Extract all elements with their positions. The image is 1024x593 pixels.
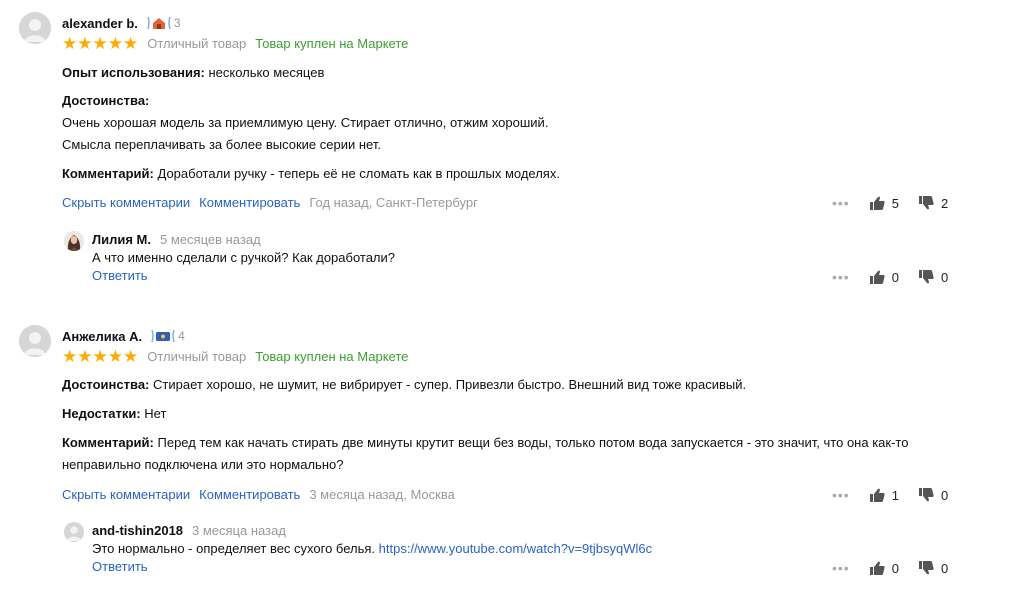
review-date-location: 3 месяца назад, Москва (309, 487, 455, 502)
reply-avatar[interactable] (64, 522, 84, 542)
review-date-location: Год назад, Санкт-Петербург (309, 195, 478, 210)
comment-label: Комментарий: (62, 435, 154, 450)
reply-time: 3 месяца назад (192, 523, 286, 538)
like-button[interactable]: 1 (869, 487, 899, 503)
hide-comments-link[interactable]: Скрыть комментарии (62, 487, 190, 502)
cons-row: Недостатки: Нет (62, 403, 166, 425)
rating-grade: Отличный товар (147, 36, 247, 51)
usage-value: несколько месяцев (208, 65, 325, 80)
comment-row: Комментарий: Доработали ручку - теперь е… (62, 163, 560, 185)
more-options-icon[interactable]: ••• (832, 195, 850, 211)
dislike-count: 2 (940, 195, 949, 211)
usage-label: Опыт использования: (62, 65, 205, 80)
reply-answer-link[interactable]: Ответить (92, 559, 148, 574)
dislike-button[interactable]: 2 (918, 195, 949, 211)
pros-label: Достоинства: (62, 93, 150, 108)
expert-badge: 4 (150, 328, 185, 344)
cons-value: Нет (144, 406, 167, 421)
reply-answer-link[interactable]: Ответить (92, 268, 148, 283)
pros-text-line: Очень хорошая модель за приемлимую цену.… (62, 115, 549, 130)
add-comment-link[interactable]: Комментировать (199, 487, 300, 502)
user-avatar-icon (19, 325, 51, 357)
thumbs-down-icon (918, 561, 934, 575)
reply-text: А что именно сделали с ручкой? Как дораб… (92, 250, 396, 265)
reply-author[interactable]: Лилия М. (92, 232, 151, 247)
more-options-icon[interactable]: ••• (832, 560, 850, 576)
hide-comments-link[interactable]: Скрыть комментарии (62, 195, 190, 210)
thumbs-up-icon (869, 561, 885, 575)
thumbs-up-icon (869, 270, 885, 284)
avatar[interactable] (19, 12, 51, 44)
thumbs-down-icon (918, 196, 934, 210)
dislike-button[interactable]: 0 (918, 560, 949, 576)
rating-stars: ★★★★★ (62, 34, 139, 53)
more-options-icon[interactable]: ••• (832, 487, 850, 503)
wallet-badge-icon (151, 329, 175, 343)
comment-label: Комментарий: (62, 166, 154, 181)
thumbs-up-icon (869, 488, 885, 502)
dislike-count: 0 (940, 560, 949, 576)
pros-value: Стирает хорошо, не шумит, не вибрирует -… (153, 377, 747, 392)
comment-row: Комментарий: Перед тем как начать стират… (62, 432, 908, 454)
thumbs-down-icon (918, 488, 934, 502)
badge-count: 3 (173, 16, 181, 30)
dislike-count: 0 (940, 487, 949, 503)
more-options-icon[interactable]: ••• (832, 269, 850, 285)
rating-grade: Отличный товар (147, 349, 247, 364)
rating-stars: ★★★★★ (62, 347, 139, 366)
cons-label: Недостатки: (62, 406, 141, 421)
like-button[interactable]: 0 (869, 560, 899, 576)
reply-text-row: Это нормально - определяет вес сухого бе… (92, 538, 652, 560)
house-badge-icon (147, 16, 171, 30)
avatar[interactable] (19, 325, 51, 357)
youtube-link[interactable]: https://www.youtube.com/watch?v=9tjbsyqW… (379, 541, 652, 556)
review-author[interactable]: alexander b. (62, 16, 138, 31)
like-count: 5 (891, 195, 899, 211)
comment-value: Доработали ручку - теперь её не сломать … (157, 166, 560, 181)
reply-avatar[interactable] (64, 231, 84, 251)
dislike-count: 0 (940, 269, 949, 285)
pros-label: Достоинства: (62, 377, 150, 392)
like-count: 0 (891, 560, 899, 576)
dislike-button[interactable]: 0 (918, 269, 949, 285)
usage-row: Опыт использования: несколько месяцев (62, 62, 324, 84)
pros-row: Достоинства: Стирает хорошо, не шумит, н… (62, 374, 746, 396)
thumbs-up-icon (869, 196, 885, 210)
reply-author[interactable]: and-tishin2018 (92, 523, 183, 538)
like-button[interactable]: 0 (869, 269, 899, 285)
thumbs-down-icon (918, 270, 934, 284)
add-comment-link[interactable]: Комментировать (199, 195, 300, 210)
user-photo-icon (64, 231, 84, 251)
comment-value: Перед тем как начать стирать две минуты … (157, 435, 909, 450)
expert-badge: 3 (146, 15, 181, 31)
bought-on-market-label: Товар куплен на Маркете (255, 349, 409, 364)
like-count: 0 (891, 269, 899, 285)
like-count: 1 (891, 487, 899, 503)
user-avatar-icon (64, 522, 84, 542)
bought-on-market-label: Товар куплен на Маркете (255, 36, 409, 51)
dislike-button[interactable]: 0 (918, 487, 949, 503)
reply-time: 5 месяцев назад (160, 232, 261, 247)
reply-text: Это нормально - определяет вес сухого бе… (92, 541, 376, 556)
badge-count: 4 (178, 329, 185, 343)
user-avatar-icon (19, 12, 51, 44)
comment-value-line: неправильно подключена или это нормально… (62, 457, 344, 472)
pros-text-line: Смысла переплачивать за более высокие се… (62, 137, 381, 152)
review-author[interactable]: Анжелика А. (62, 329, 142, 344)
like-button[interactable]: 5 (869, 195, 899, 211)
